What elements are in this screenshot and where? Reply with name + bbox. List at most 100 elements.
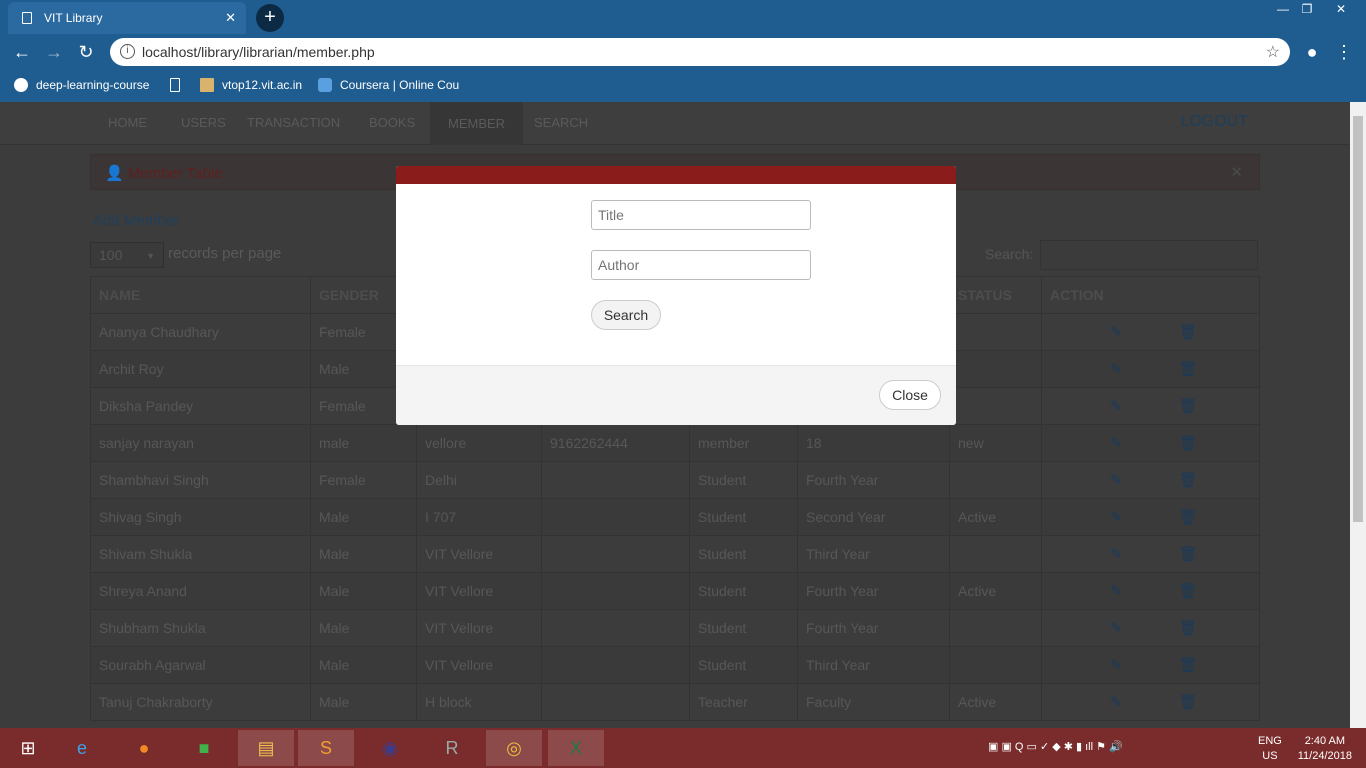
table-cell: Tanuj Chakraborty: [90, 683, 311, 721]
chrome-icon[interactable]: ◎: [486, 730, 542, 766]
delete-icon[interactable]: 🗑: [1179, 657, 1198, 674]
header-status[interactable]: STATUS: [949, 276, 1042, 314]
forward-icon[interactable]: →: [42, 42, 66, 63]
bookmark-star-icon[interactable]: ☆: [1266, 42, 1280, 62]
minimize-icon[interactable]: —: [1270, 0, 1296, 18]
nav-users[interactable]: USERS: [181, 115, 226, 130]
bookmark-item[interactable]: [170, 78, 188, 92]
scrollbar-thumb[interactable]: [1353, 116, 1363, 522]
action-cell: ✎ 🗑: [1041, 646, 1260, 684]
start-icon[interactable]: ⊞: [0, 730, 56, 766]
table-cell: Third Year: [797, 535, 950, 573]
sublime-text-icon[interactable]: S: [298, 730, 354, 766]
table-cell: Faculty: [797, 683, 950, 721]
action-cell: ✎ 🗑: [1041, 387, 1260, 425]
table-cell: Student: [689, 646, 798, 684]
table-cell: Diksha Pandey: [90, 387, 311, 425]
table-cell: Male: [310, 535, 417, 573]
delete-icon[interactable]: 🗑: [1179, 472, 1198, 489]
delete-icon[interactable]: 🗑: [1179, 324, 1198, 341]
table-row: Shambhavi Singh Female Delhi Student Fourth …: [90, 461, 1260, 499]
edit-icon[interactable]: ✎: [1110, 694, 1123, 711]
table-cell: Fourth Year: [797, 609, 950, 647]
table-row: Shivam Shukla Male VIT Vellore Student Third…: [90, 535, 1260, 573]
restore-icon[interactable]: ❐: [1294, 0, 1320, 18]
table-cell: male: [310, 424, 417, 462]
edit-icon[interactable]: ✎: [1110, 398, 1123, 415]
page-scrollbar[interactable]: [1350, 102, 1366, 728]
language-indicator[interactable]: ENG US: [1258, 734, 1282, 764]
nav-transaction[interactable]: TRANSACTION: [247, 115, 340, 130]
excel-icon[interactable]: X: [548, 730, 604, 766]
table-cell: Fourth Year: [797, 572, 950, 610]
close-tab-icon[interactable]: ✕: [225, 10, 236, 26]
author-input[interactable]: [591, 250, 811, 280]
table-cell: new: [949, 424, 1042, 462]
table-cell: vellore: [416, 424, 542, 462]
internet-explorer-icon[interactable]: e: [54, 730, 110, 766]
title-input[interactable]: [591, 200, 811, 230]
edit-icon[interactable]: ✎: [1110, 546, 1123, 563]
browser-chrome: VIT Library ✕ + — ❐ ✕ ← → ↻ ● ⋮ i localh…: [0, 0, 1366, 102]
search-button[interactable]: Search: [591, 300, 661, 330]
menu-icon[interactable]: ⋮: [1332, 42, 1356, 63]
file-explorer-icon[interactable]: ▤: [238, 730, 294, 766]
coursera-icon: [318, 78, 332, 92]
bookmark-item[interactable]: vtop12.vit.ac.in: [200, 78, 302, 92]
edit-icon[interactable]: ✎: [1110, 583, 1123, 600]
back-icon[interactable]: ←: [10, 42, 34, 63]
window-close-icon[interactable]: ✕: [1328, 0, 1354, 18]
eclipse-icon[interactable]: ◉: [362, 730, 418, 766]
close-button[interactable]: Close: [879, 380, 941, 410]
bookmark-item[interactable]: deep-learning-course: [14, 78, 149, 92]
edit-icon[interactable]: ✎: [1110, 657, 1123, 674]
r-studio-icon[interactable]: R: [424, 730, 480, 766]
table-cell: Teacher: [689, 683, 798, 721]
edit-icon[interactable]: ✎: [1110, 435, 1123, 452]
address-bar[interactable]: i localhost/library/librarian/member.php…: [110, 38, 1290, 66]
header-name[interactable]: NAME: [90, 276, 311, 314]
modal-footer: Close: [396, 365, 956, 425]
clock-date: 11/24/2018: [1297, 750, 1352, 762]
edit-icon[interactable]: ✎: [1110, 472, 1123, 489]
table-search-input[interactable]: [1040, 240, 1258, 270]
nav-member[interactable]: MEMBER: [430, 102, 524, 145]
logout-link[interactable]: LOGOUT: [1180, 113, 1248, 131]
delete-icon[interactable]: 🗑: [1179, 398, 1198, 415]
delete-icon[interactable]: 🗑: [1179, 509, 1198, 526]
region-code: US: [1262, 750, 1278, 762]
table-cell: VIT Vellore: [416, 609, 542, 647]
nav-search[interactable]: SEARCH: [534, 115, 588, 130]
table-cell: Third Year: [797, 646, 950, 684]
info-icon[interactable]: i: [120, 44, 135, 59]
delete-icon[interactable]: 🗑: [1179, 361, 1198, 378]
firefox-icon[interactable]: ●: [116, 730, 172, 766]
table-cell: Shreya Anand: [90, 572, 311, 610]
account-icon[interactable]: ●: [1300, 42, 1324, 63]
table-cell: Active: [949, 498, 1042, 536]
edit-icon[interactable]: ✎: [1110, 509, 1123, 526]
tray-icons[interactable]: ▣ ▣ Q ▭ ✓ ◆ ✱ ▮ ıll ⚑ 🔊: [988, 740, 1123, 753]
delete-icon[interactable]: 🗑: [1179, 620, 1198, 637]
nav-home[interactable]: HOME: [108, 115, 147, 130]
reload-icon[interactable]: ↻: [74, 42, 98, 63]
close-panel-icon[interactable]: ✕: [1230, 163, 1243, 181]
delete-icon[interactable]: 🗑: [1179, 694, 1198, 711]
edit-icon[interactable]: ✎: [1110, 361, 1123, 378]
new-tab-button[interactable]: +: [256, 4, 284, 32]
store-icon[interactable]: ■: [176, 730, 232, 766]
bookmark-item[interactable]: Coursera | Online Cou: [318, 78, 459, 92]
table-row: Shreya Anand Male VIT Vellore Student Fourth…: [90, 572, 1260, 610]
edit-icon[interactable]: ✎: [1110, 324, 1123, 341]
records-per-page-select[interactable]: 100 ▼: [90, 242, 164, 268]
add-member-link[interactable]: Add Member: [93, 212, 179, 229]
browser-tab[interactable]: VIT Library ✕: [8, 2, 246, 34]
delete-icon[interactable]: 🗑: [1179, 583, 1198, 600]
clock[interactable]: 2:40 AM 11/24/2018: [1298, 734, 1352, 764]
table-cell: Fourth Year: [797, 461, 950, 499]
edit-icon[interactable]: ✎: [1110, 620, 1123, 637]
nav-books[interactable]: BOOKS: [369, 115, 415, 130]
table-cell: Female: [310, 461, 417, 499]
delete-icon[interactable]: 🗑: [1179, 546, 1198, 563]
delete-icon[interactable]: 🗑: [1179, 435, 1198, 452]
